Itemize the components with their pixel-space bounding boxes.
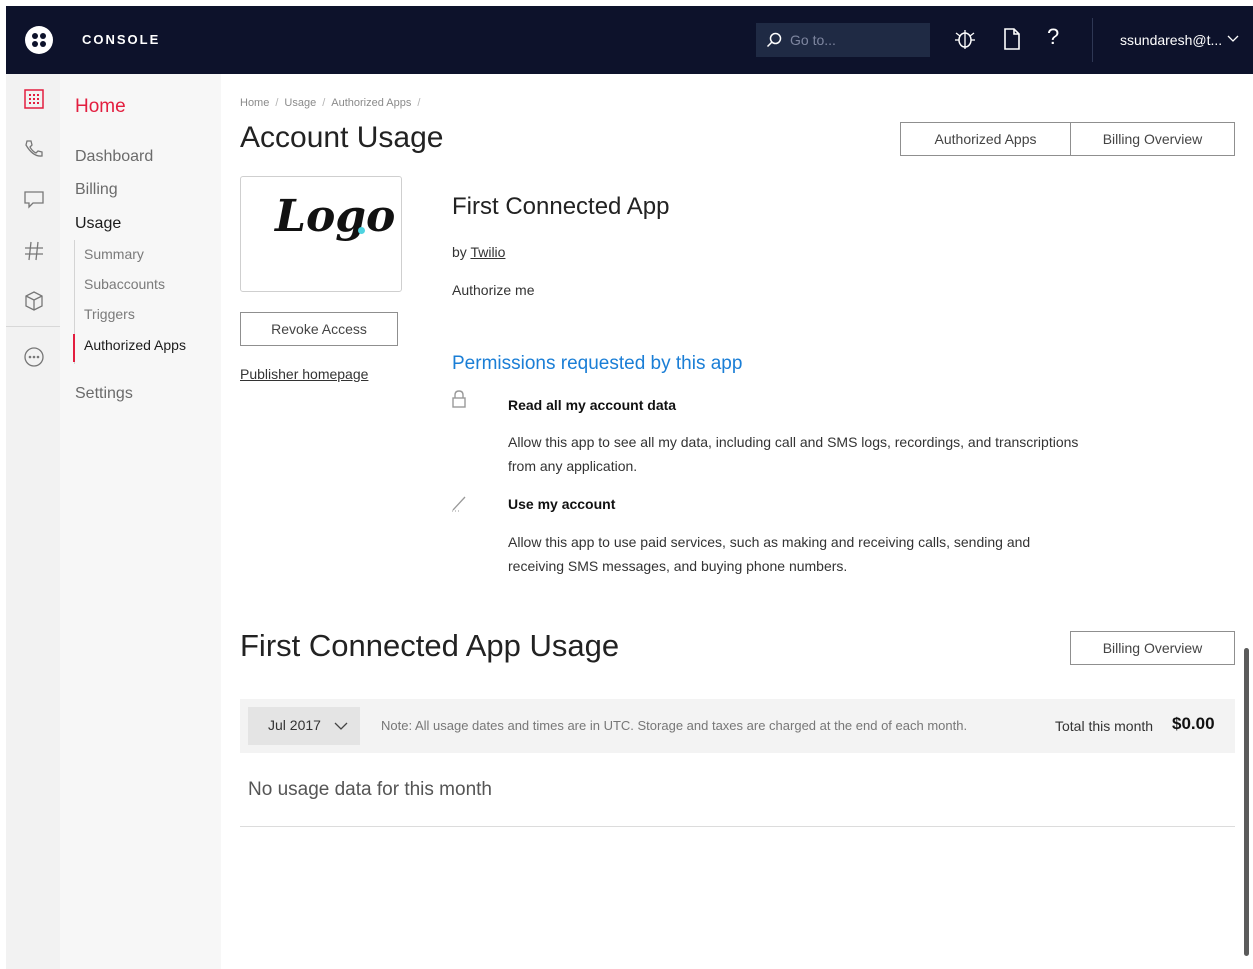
- breadcrumb-usage[interactable]: Usage: [284, 97, 316, 109]
- lock-icon: [452, 390, 466, 408]
- more-icon[interactable]: [23, 346, 45, 368]
- app-name: First Connected App: [452, 193, 670, 220]
- usage-billing-overview-button[interactable]: Billing Overview: [1070, 631, 1235, 665]
- usage-note: Note: All usage dates and times are in U…: [381, 718, 968, 733]
- scrollbar[interactable]: [1244, 648, 1249, 956]
- icon-rail: [6, 74, 60, 969]
- permission-desc-read: Allow this app to see all my data, inclu…: [508, 430, 1128, 478]
- search-icon: [766, 32, 782, 48]
- user-menu[interactable]: ssundaresh@t...: [1120, 32, 1222, 48]
- sidebar: Home Dashboard Billing Usage Summary Sub…: [60, 74, 221, 969]
- rail-divider: [6, 326, 60, 327]
- sidebar-item-summary[interactable]: Summary: [84, 246, 144, 262]
- permission-desc-use-line1: Allow this app to use paid services, suc…: [508, 534, 1031, 550]
- app-description: Authorize me: [452, 282, 535, 298]
- permission-desc-read-line1: Allow this app to see all my data, inclu…: [508, 434, 1079, 450]
- usage-title: First Connected App Usage: [240, 628, 620, 663]
- permissions-title: Permissions requested by this app: [452, 353, 743, 374]
- total-label: Total this month: [1055, 718, 1154, 734]
- permission-desc-read-line2: from any application.: [508, 458, 638, 474]
- app-logo: Logo: [240, 176, 402, 292]
- sidebar-item-settings[interactable]: Settings: [75, 385, 133, 403]
- hash-icon[interactable]: [23, 240, 45, 262]
- search-input[interactable]: Go to...: [756, 23, 930, 57]
- permission-heading-use: Use my account: [508, 496, 616, 512]
- publisher-link[interactable]: Twilio: [470, 244, 505, 260]
- revoke-access-button[interactable]: Revoke Access: [240, 312, 398, 346]
- pencil-icon: [452, 496, 466, 512]
- permission-desc-use-line2: receiving SMS messages, and buying phone…: [508, 558, 848, 574]
- month-selector[interactable]: Jul 2017: [248, 707, 360, 745]
- permission-heading-read: Read all my account data: [508, 397, 677, 413]
- chevron-down-icon: [334, 722, 348, 730]
- topbar-divider: [1092, 18, 1093, 62]
- page-title: Account Usage: [240, 121, 444, 154]
- total-value: $0.00: [1172, 714, 1215, 733]
- top-bar: CONSOLE Go to... ? ssundaresh@t...: [6, 6, 1253, 74]
- sidebar-item-billing[interactable]: Billing: [75, 181, 118, 199]
- app-logo-text: Logo: [275, 191, 396, 242]
- sidebar-item-triggers[interactable]: Triggers: [84, 306, 135, 322]
- by-prefix: by: [452, 244, 467, 260]
- section-divider: [240, 826, 1235, 827]
- billing-overview-button[interactable]: Billing Overview: [1070, 122, 1235, 156]
- usage-toolbar: Jul 2017 Note: All usage dates and times…: [240, 699, 1235, 753]
- chat-icon[interactable]: [23, 188, 45, 210]
- document-icon[interactable]: [1001, 27, 1023, 51]
- sidebar-item-home[interactable]: Home: [75, 96, 126, 118]
- breadcrumb-authorized-apps[interactable]: Authorized Apps: [331, 97, 411, 109]
- sidebar-item-usage[interactable]: Usage: [75, 215, 121, 233]
- permission-desc-use: Allow this app to use paid services, suc…: [508, 530, 1128, 578]
- bug-icon[interactable]: [954, 27, 976, 51]
- dashboard-icon[interactable]: [23, 88, 45, 110]
- authorized-apps-button[interactable]: Authorized Apps: [900, 122, 1071, 156]
- console-label[interactable]: CONSOLE: [82, 32, 160, 47]
- sidebar-item-dashboard[interactable]: Dashboard: [75, 148, 153, 166]
- breadcrumb-home[interactable]: Home: [240, 97, 269, 109]
- active-indicator: [73, 334, 75, 362]
- search-placeholder: Go to...: [790, 32, 836, 48]
- publisher-homepage-link[interactable]: Publisher homepage: [240, 366, 368, 382]
- breadcrumb: Home / Usage / Authorized Apps /: [240, 97, 421, 109]
- app-publisher: by Twilio: [452, 244, 505, 260]
- empty-state: No usage data for this month: [248, 779, 492, 800]
- chevron-down-icon[interactable]: [1227, 34, 1239, 44]
- cube-icon[interactable]: [23, 290, 45, 312]
- twilio-logo-icon[interactable]: [25, 26, 53, 54]
- help-icon[interactable]: ?: [1047, 24, 1059, 50]
- month-value: Jul 2017: [268, 717, 321, 733]
- sidebar-item-subaccounts[interactable]: Subaccounts: [84, 276, 165, 292]
- logo-dot: [358, 227, 365, 234]
- phone-icon[interactable]: [23, 138, 45, 160]
- sidebar-item-authorized-apps[interactable]: Authorized Apps: [84, 337, 186, 353]
